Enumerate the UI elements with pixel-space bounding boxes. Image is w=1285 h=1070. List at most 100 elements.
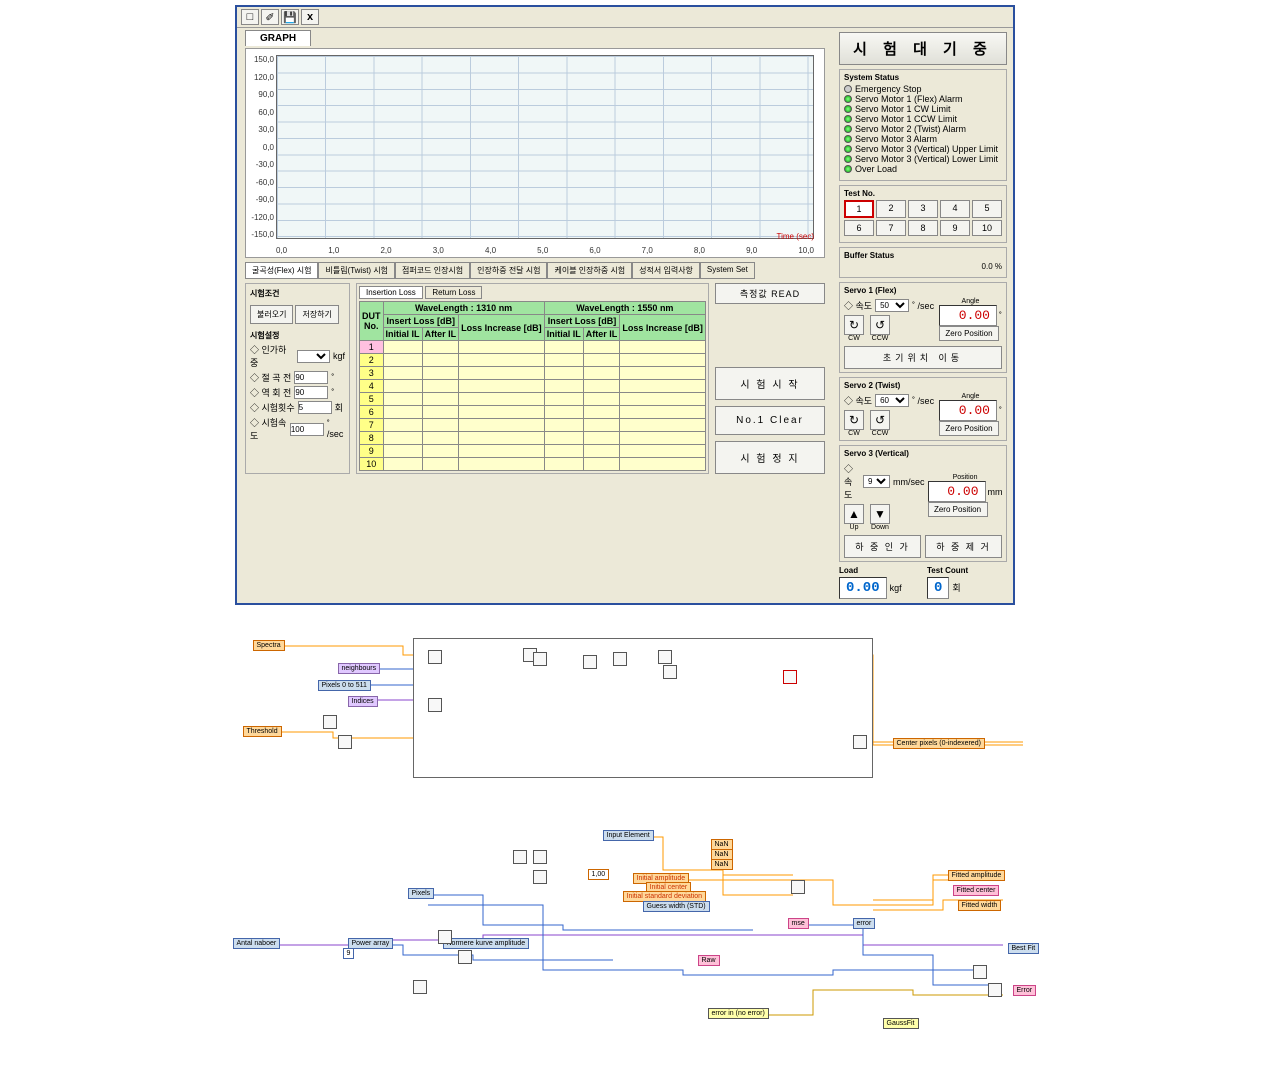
servo2-angle: 0.00 <box>939 400 997 421</box>
test-no-button[interactable]: 4 <box>940 200 970 218</box>
table-row: 7 <box>360 419 706 432</box>
app-panel: □ ✐ 💾 x GRAPH Angle ( ° ) Time (sec) 150… <box>235 5 1015 605</box>
test-tab[interactable]: 비틀림(Twist) 시험 <box>318 262 395 279</box>
one-constant: 1,00 <box>588 869 610 880</box>
rl-tab[interactable]: Return Loss <box>425 286 482 299</box>
status-led-icon <box>844 125 852 133</box>
nine-constant: 9 <box>343 948 355 959</box>
servo3-down-button[interactable]: ▼ <box>870 504 890 524</box>
test-tab[interactable]: 인장하중 전달 시험 <box>470 262 547 279</box>
test-no-button[interactable]: 7 <box>876 220 906 236</box>
status-led-icon <box>844 165 852 173</box>
status-row: Servo Motor 1 CW Limit <box>844 104 1002 114</box>
error-indicator: error <box>853 918 876 929</box>
servo3-speed[interactable]: 9 <box>863 475 890 488</box>
spectra-terminal: Spectra <box>253 640 285 651</box>
test-tab[interactable]: 케이블 인장하중 시험 <box>547 262 632 279</box>
read-button[interactable]: 측정값 READ <box>715 283 825 304</box>
servo3-position: 0.00 <box>928 481 986 502</box>
test-no-button[interactable]: 5 <box>972 200 1002 218</box>
save-icon[interactable]: 💾 <box>281 9 299 25</box>
system-status-panel: System Status Emergency StopServo Motor … <box>839 69 1007 181</box>
open-icon[interactable]: ✐ <box>261 9 279 25</box>
status-led-icon <box>844 155 852 163</box>
center-pixels-terminal: Center pixels (0-indexered) <box>893 738 985 749</box>
servo2-ccw-button[interactable]: ↺ <box>870 410 890 430</box>
save-button[interactable]: 저장하기 <box>295 305 338 324</box>
guess-width-label: Guess width (STD) <box>643 901 710 912</box>
servo3-zero-button[interactable]: Zero Position <box>928 502 988 517</box>
table-row: 10 <box>360 458 706 471</box>
il-table: DUT No. WaveLength : 1310 nm WaveLength … <box>359 301 706 471</box>
status-row: Servo Motor 1 (Flex) Alarm <box>844 94 1002 104</box>
servo1-ccw-button[interactable]: ↺ <box>870 315 890 335</box>
test-no-button[interactable]: 3 <box>908 200 938 218</box>
table-row: 6 <box>360 406 706 419</box>
test-conditions-panel: 시험조건 불러오기 저장하기 시험설정 ◇ 인가하중kgf ◇ 절 곡 전˚ ◇… <box>245 283 350 474</box>
test-tab[interactable]: 굴곡성(Flex) 시험 <box>245 262 318 279</box>
gaussfit-node: GaussFit <box>883 1018 919 1029</box>
test-no-button[interactable]: 9 <box>940 220 970 236</box>
status-row: Over Load <box>844 164 1002 174</box>
test-no-button[interactable]: 6 <box>844 220 874 236</box>
stop-button[interactable]: 시 험 정 지 <box>715 441 825 474</box>
test-no-button[interactable]: 8 <box>908 220 938 236</box>
load-value: 0.00 <box>839 577 887 599</box>
servo1-zero-button[interactable]: Zero Position <box>939 326 999 341</box>
table-row: 1 <box>360 341 706 354</box>
load-remove-button[interactable]: 하 중 제 거 <box>925 535 1002 558</box>
insertion-loss-panel: Insertion Loss Return Loss DUT No. WaveL… <box>356 283 709 474</box>
start-button[interactable]: 시 험 시 작 <box>715 367 825 400</box>
test-no-button[interactable]: 1 <box>844 200 874 218</box>
bend-before-input[interactable] <box>294 371 328 384</box>
load-button[interactable]: 불러오기 <box>250 305 293 324</box>
test-no-button[interactable]: 2 <box>876 200 906 218</box>
test-tab[interactable]: System Set <box>700 262 755 279</box>
servo3-up-button[interactable]: ▲ <box>844 504 864 524</box>
best-fit-terminal: Best Fit <box>1008 943 1040 954</box>
table-row: 9 <box>360 445 706 458</box>
input-element-terminal: Input Element <box>603 830 654 841</box>
status-row: Emergency Stop <box>844 84 1002 94</box>
nan-constant3: NaN <box>711 859 733 870</box>
antal-naboer-terminal: Antal naboer <box>233 938 281 949</box>
clear-button[interactable]: No.1 Clear <box>715 406 825 435</box>
load-apply-button[interactable]: 하 중 인 가 <box>844 535 921 558</box>
status-row: Servo Motor 1 CCW Limit <box>844 114 1002 124</box>
raw-indicator: Raw <box>698 955 720 966</box>
servo1-panel: Servo 1 (Flex) ◇ 속도50˚ /sec ↻CW ↺CCW Ang… <box>839 282 1007 373</box>
threshold-terminal: Threshold <box>243 726 282 737</box>
labview-diagram-2: Input Element NaN NaN NaN Initial amplit… <box>233 825 1053 1035</box>
status-row: Servo Motor 3 (Vertical) Upper Limit <box>844 144 1002 154</box>
chart-xlabel: Time (sec) <box>777 232 814 241</box>
labview-diagram-1: Spectra Threshold neighbours Pixels 0 to… <box>233 630 1053 790</box>
status-led-icon <box>844 85 852 93</box>
graph-tab[interactable]: GRAPH <box>245 30 311 46</box>
servo1-speed[interactable]: 50 <box>875 299 909 312</box>
new-icon[interactable]: □ <box>241 9 259 25</box>
test-type-tabs: 굴곡성(Flex) 시험비틀림(Twist) 시험점퍼코드 인장시험인장하중 전… <box>245 262 825 279</box>
il-tab[interactable]: Insertion Loss <box>359 286 423 299</box>
speed-input[interactable] <box>290 423 324 436</box>
status-led-icon <box>844 95 852 103</box>
servo2-zero-button[interactable]: Zero Position <box>939 421 999 436</box>
graph-chart: Angle ( ° ) Time (sec) 150,0120,090,060,… <box>245 48 825 258</box>
test-tab[interactable]: 점퍼코드 인장시험 <box>395 262 470 279</box>
rest-angle-input[interactable] <box>294 386 328 399</box>
error-out-terminal: Error <box>1013 985 1037 996</box>
status-row: Servo Motor 3 (Vertical) Lower Limit <box>844 154 1002 164</box>
servo1-home-button[interactable]: 초기위치 이동 <box>844 346 1002 369</box>
servo1-angle: 0.00 <box>939 305 997 326</box>
buffer-value: 0.0 % <box>844 262 1002 271</box>
error-in-terminal: error in (no error) <box>708 1008 769 1019</box>
count-input[interactable] <box>298 401 332 414</box>
table-row: 4 <box>360 380 706 393</box>
test-no-panel: Test No. 12345678910 <box>839 185 1007 243</box>
load-select[interactable] <box>297 350 330 363</box>
stop-icon[interactable]: x <box>301 9 319 25</box>
test-tab[interactable]: 성적서 입력사항 <box>632 262 700 279</box>
servo1-cw-button[interactable]: ↻ <box>844 315 864 335</box>
servo2-cw-button[interactable]: ↻ <box>844 410 864 430</box>
test-no-button[interactable]: 10 <box>972 220 1002 236</box>
servo2-speed[interactable]: 60 <box>875 394 909 407</box>
